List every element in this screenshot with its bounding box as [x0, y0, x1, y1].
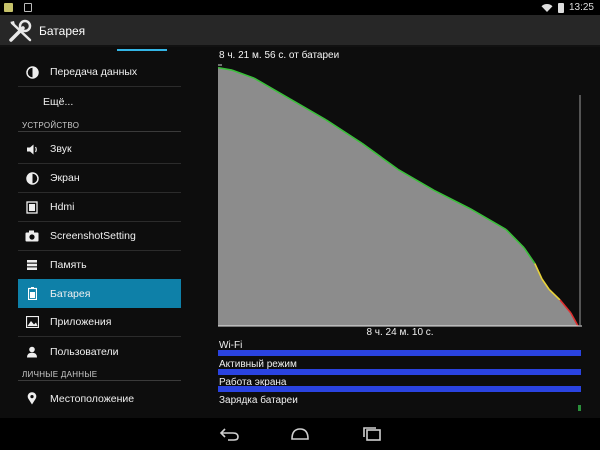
battery-status-icon — [557, 2, 564, 13]
sidebar-item-screenshot[interactable]: ScreenshotSetting — [18, 222, 181, 251]
chart-x-label: 8 ч. 24 м. 10 с. — [366, 327, 434, 338]
data-usage-icon — [25, 65, 39, 79]
battery-history-panel: 8 ч. 21 м. 56 с. от батареи 8 ч. 24 м. 1… — [218, 49, 582, 418]
volume-icon — [25, 142, 39, 156]
sidebar-item-storage[interactable]: Память — [18, 251, 181, 280]
sd-card-icon — [24, 3, 32, 12]
section-divider — [18, 380, 181, 381]
battery-duration-title: 8 ч. 21 м. 56 с. от батареи — [219, 50, 340, 61]
camera-icon — [25, 229, 39, 243]
signal-bar-wifi — [218, 350, 581, 356]
sidebar-item-label: Пользователи — [50, 345, 119, 358]
sidebar-item-display[interactable]: Экран — [18, 164, 181, 193]
recents-icon[interactable] — [361, 427, 383, 441]
wifi-icon — [541, 3, 553, 12]
apps-icon — [25, 315, 39, 329]
battery-icon — [25, 287, 39, 301]
sidebar-item-label: ScreenshotSetting — [50, 230, 136, 242]
signal-bar-screen — [218, 386, 581, 392]
sidebar-item-battery[interactable]: Батарея — [18, 279, 181, 308]
sidebar-item-users[interactable]: Пользователи — [18, 337, 181, 366]
battery-area — [218, 67, 578, 326]
navigation-bar — [0, 418, 600, 450]
section-header-personal: ЛИЧНЫЕ ДАННЫЕ — [22, 370, 98, 379]
sidebar-item-label: Экран — [50, 172, 80, 184]
sidebar-item-hdmi[interactable]: Hdmi — [18, 193, 181, 222]
sidebar-item-more[interactable]: Ещё... — [18, 87, 181, 116]
sidebar-item-label: Ещё... — [43, 95, 74, 108]
action-bar: Батарея — [0, 15, 600, 47]
home-icon[interactable] — [289, 427, 311, 441]
notification-icon — [4, 3, 13, 12]
sidebar-item-label: Hdmi — [50, 201, 75, 213]
settings-tools-icon[interactable] — [8, 19, 34, 43]
signal-bar-charging — [578, 405, 581, 411]
section-divider — [18, 131, 181, 132]
location-icon — [25, 392, 39, 406]
clock: 13:25 — [568, 2, 594, 13]
sidebar-item-label: Передача данных — [50, 66, 138, 78]
hdmi-icon — [25, 200, 39, 214]
sidebar-item-apps[interactable]: Приложения — [18, 308, 181, 337]
users-icon — [25, 345, 39, 359]
status-bar: 13:25 — [0, 0, 600, 15]
signal-label-charging: Зарядка батареи — [219, 395, 298, 406]
sidebar-item-label: Приложения — [50, 316, 112, 328]
battery-level-chart — [218, 64, 582, 327]
section-header-device: УСТРОЙСТВО — [22, 121, 80, 130]
storage-icon — [25, 258, 39, 272]
sidebar-item-sound[interactable]: Звук — [18, 135, 181, 164]
signal-bar-awake — [218, 369, 581, 375]
back-icon[interactable] — [219, 427, 241, 441]
sidebar-item-data-usage[interactable]: Передача данных — [18, 58, 181, 87]
sidebar-item-label: Батарея — [50, 287, 91, 300]
sidebar-item-label: Местоположение — [50, 392, 135, 405]
brightness-icon — [25, 171, 39, 185]
sidebar-item-label: Память — [50, 259, 87, 271]
scrolled-item-fragment — [117, 49, 167, 51]
sidebar-item-location[interactable]: Местоположение — [18, 384, 181, 413]
settings-sidebar: Передача данных Ещё... УСТРОЙСТВО Звук Э… — [18, 49, 181, 418]
sidebar-item-label: Звук — [50, 143, 72, 155]
page-title: Батарея — [39, 24, 86, 38]
